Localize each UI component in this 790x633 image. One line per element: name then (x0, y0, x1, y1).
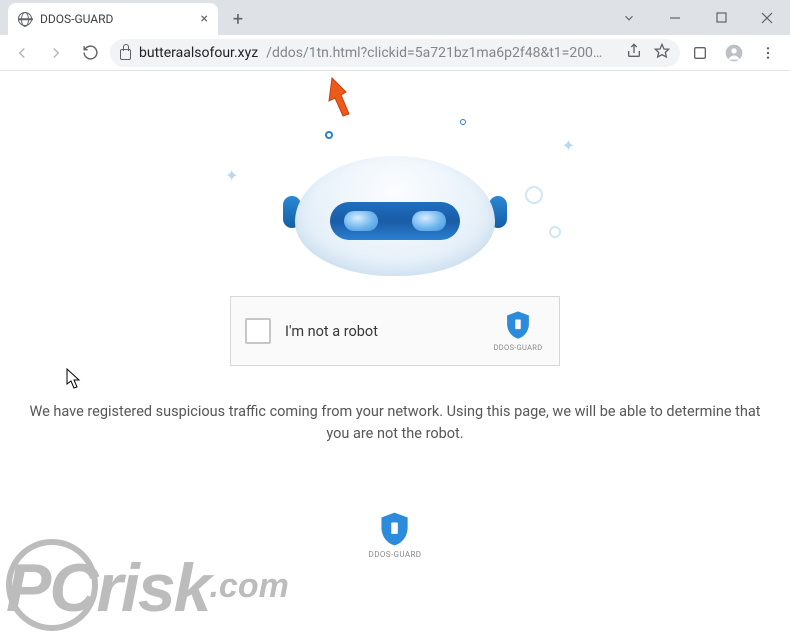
shield-icon (504, 310, 532, 340)
captcha-card: I'm not a robot DDOS-GUARD (230, 296, 560, 366)
browser-tab[interactable]: DDOS-GUARD × (8, 3, 218, 35)
lock-icon (120, 49, 131, 60)
omnibox-actions (626, 43, 670, 63)
profile-button[interactable] (720, 39, 748, 67)
watermark-risk: risk (96, 550, 209, 626)
share-icon[interactable] (626, 43, 642, 63)
decor-circle-icon (549, 226, 561, 238)
browser-toolbar: butteraalsofour.xyz /ddos/1tn.html?click… (0, 35, 790, 71)
url-host: butteraalsofour.xyz (139, 45, 258, 61)
close-window-button[interactable] (744, 0, 790, 35)
robot-illustration: ✦ ✦ (285, 131, 505, 281)
window-controls (606, 0, 790, 35)
reload-button[interactable] (76, 39, 104, 67)
kebab-menu-button[interactable] (754, 39, 782, 67)
globe-icon (18, 12, 32, 26)
footer-brand-text: DDOS-GUARD (369, 550, 422, 559)
minimize-button[interactable] (652, 0, 698, 35)
decor-plus-icon: ✦ (562, 136, 575, 155)
captcha-brand: DDOS-GUARD (491, 343, 545, 352)
decor-plus-icon: ✦ (225, 166, 238, 185)
tab-strip: DDOS-GUARD × + (0, 0, 790, 35)
bookmark-star-icon[interactable] (654, 43, 670, 63)
decor-dot-icon (460, 119, 466, 125)
extensions-button[interactable] (686, 39, 714, 67)
tab-search-button[interactable] (606, 0, 652, 35)
close-tab-icon[interactable]: × (201, 11, 208, 27)
captcha-checkbox[interactable] (245, 318, 271, 344)
footer-brand: DDOS-GUARD (369, 511, 422, 559)
captcha-badge: DDOS-GUARD (491, 310, 545, 352)
forward-button[interactable] (42, 39, 70, 67)
shield-icon (378, 511, 412, 547)
new-tab-button[interactable]: + (224, 5, 252, 33)
robot-head (295, 156, 495, 276)
decor-dot-icon (325, 131, 333, 139)
watermark: PCrisk.com (6, 549, 289, 627)
url-path: /ddos/1tn.html?clickid=5a721bz1ma6p2f48&… (266, 45, 610, 61)
watermark-dotcom: .com (209, 567, 288, 605)
maximize-button[interactable] (698, 0, 744, 35)
captcha-label: I'm not a robot (285, 323, 477, 340)
back-button[interactable] (8, 39, 36, 67)
tab-title: DDOS-GUARD (40, 12, 193, 26)
address-bar[interactable]: butteraalsofour.xyz /ddos/1tn.html?click… (110, 39, 680, 67)
decor-circle-icon (525, 186, 543, 204)
warning-message: We have registered suspicious traffic co… (0, 401, 790, 446)
robot-visor (330, 202, 460, 240)
watermark-pc: PC (6, 550, 96, 626)
